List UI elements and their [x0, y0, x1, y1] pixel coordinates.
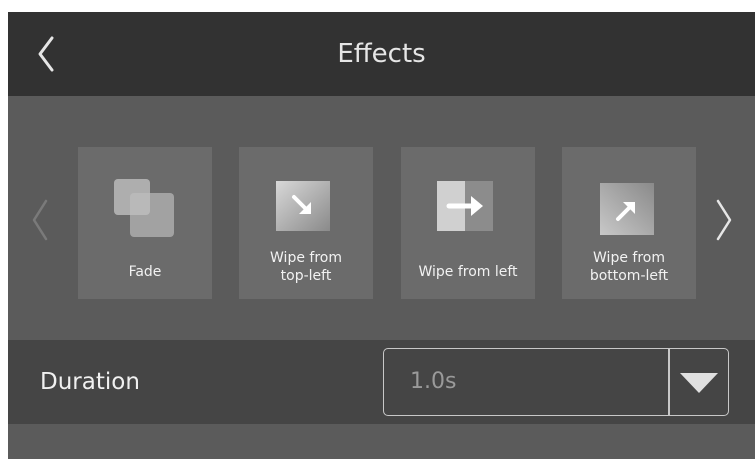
duration-row: Duration 1.0s [8, 340, 755, 424]
duration-dropdown[interactable]: 1.0s [383, 348, 729, 416]
duration-value: 1.0s [410, 369, 457, 394]
carousel-next-button[interactable] [708, 197, 738, 243]
arrow-up-right-icon [562, 175, 696, 237]
caret-down-icon[interactable] [680, 373, 718, 393]
chevron-right-icon [716, 199, 732, 241]
fade-icon [78, 175, 212, 237]
effect-tile-wipe-bottom-left[interactable]: Wipe from bottom-left [562, 147, 696, 299]
effect-tile-wipe-top-left[interactable]: Wipe from top-left [239, 147, 373, 299]
effect-tile-fade[interactable]: Fade [78, 147, 212, 299]
page-title: Effects [337, 39, 426, 69]
header-bar: Effects [8, 12, 755, 96]
effect-tile-wipe-left[interactable]: Wipe from left [401, 147, 535, 299]
arrow-down-right-icon [239, 175, 373, 237]
effect-label: Wipe from bottom-left [589, 250, 669, 284]
duration-label: Duration [40, 369, 140, 395]
chevron-left-icon [32, 199, 48, 241]
effect-label: Fade [128, 264, 162, 280]
effect-label: Wipe from top-left [270, 250, 342, 284]
arrow-right-icon [401, 175, 535, 237]
effect-label: Wipe from left [418, 264, 518, 280]
dropdown-divider [668, 349, 670, 415]
effects-panel: Effects Fade Wipe from top-left Wipe fro… [8, 12, 755, 459]
carousel-prev-button[interactable] [26, 197, 56, 243]
